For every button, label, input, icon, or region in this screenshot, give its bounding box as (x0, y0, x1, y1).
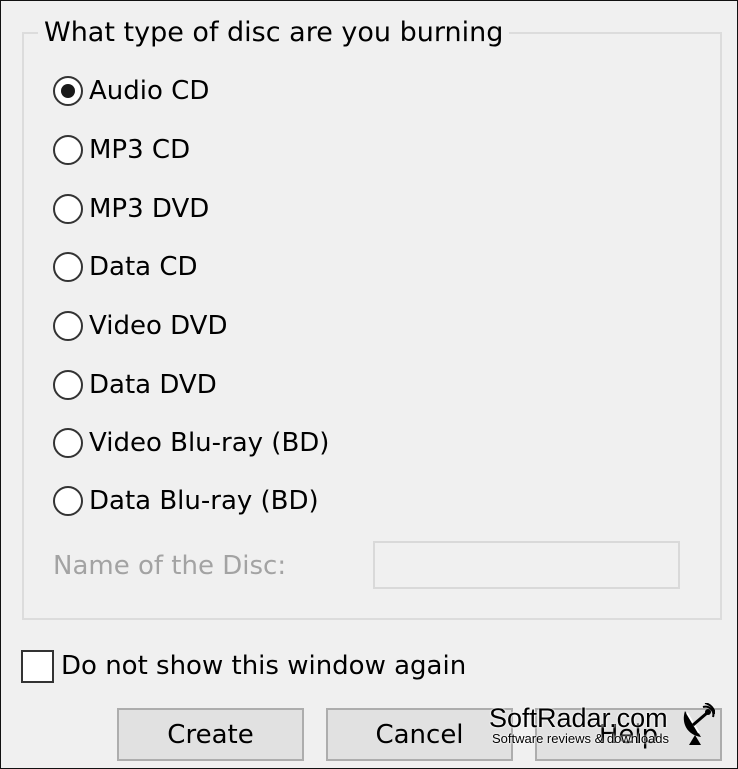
radio-button-icon[interactable] (53, 486, 83, 516)
radio-button-icon[interactable] (53, 76, 83, 106)
radio-button-icon[interactable] (53, 252, 83, 282)
radio-button-icon[interactable] (53, 428, 83, 458)
disc-type-group-title: What type of disc are you burning (38, 15, 510, 51)
radio-mp3-cd[interactable]: MP3 CD (53, 132, 190, 168)
radio-label: MP3 DVD (89, 194, 210, 224)
radio-label: Video Blu-ray (BD) (89, 428, 330, 458)
cancel-button[interactable]: Cancel (326, 708, 513, 761)
radio-video-blu-ray[interactable]: Video Blu-ray (BD) (53, 425, 329, 461)
radio-data-blu-ray[interactable]: Data Blu-ray (BD) (53, 483, 319, 519)
radio-mp3-dvd[interactable]: MP3 DVD (53, 191, 209, 227)
dont-show-again-checkbox[interactable]: Do not show this window again (21, 648, 466, 684)
radio-audio-cd[interactable]: Audio CD (53, 73, 209, 109)
radio-label: Data Blu-ray (BD) (89, 486, 319, 516)
radio-label: Video DVD (89, 311, 228, 341)
radio-button-icon[interactable] (53, 194, 83, 224)
disc-name-label: Name of the Disc: (53, 551, 287, 581)
disc-name-input[interactable] (373, 541, 680, 589)
radio-data-dvd[interactable]: Data DVD (53, 367, 217, 403)
create-button[interactable]: Create (117, 708, 304, 761)
radio-label: Data CD (89, 252, 198, 282)
dont-show-again-label: Do not show this window again (61, 651, 467, 681)
radio-label: Audio CD (89, 76, 210, 106)
radio-button-icon[interactable] (53, 370, 83, 400)
radio-label: Data DVD (89, 370, 217, 400)
checkbox-icon[interactable] (21, 649, 54, 683)
radio-data-cd[interactable]: Data CD (53, 249, 198, 285)
help-button[interactable]: Help (535, 708, 722, 761)
radio-button-icon[interactable] (53, 311, 83, 341)
radio-video-dvd[interactable]: Video DVD (53, 308, 227, 344)
dialog-window: What type of disc are you burning Audio … (0, 0, 738, 769)
radio-label: MP3 CD (89, 135, 191, 165)
radio-button-icon[interactable] (53, 135, 83, 165)
